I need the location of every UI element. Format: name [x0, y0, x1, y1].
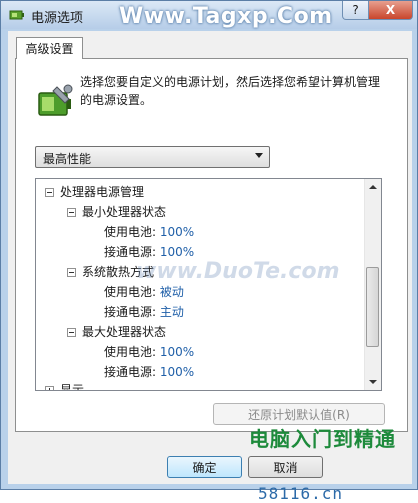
window-title: 电源选项	[31, 11, 84, 26]
power-options-icon	[9, 10, 24, 20]
tree-node-min-processor[interactable]: 最小处理器状态	[67, 203, 166, 219]
watermark-tagxp: Www.Tagxp.Com	[119, 4, 333, 29]
tree-node-max-processor[interactable]: 最大处理器状态	[67, 323, 166, 339]
setting-label: 使用电池:	[104, 345, 157, 359]
setting-value-link[interactable]: 主动	[160, 305, 184, 319]
watermark-duote: www.DuoTe.com	[136, 259, 340, 284]
tree-leaf-setting: 接通电源: 100%	[104, 243, 194, 259]
help-icon: ?	[352, 3, 359, 17]
arrow-up-icon	[369, 185, 377, 189]
title-bar[interactable]: 电源选项 Www.Tagxp.Com ? X	[1, 1, 417, 29]
watermark-brand: 电脑入门到精通	[249, 427, 396, 451]
tree-node-label: 最大处理器状态	[82, 325, 167, 339]
setting-label: 接通电源:	[104, 305, 157, 319]
setting-label: 接通电源:	[104, 245, 157, 259]
expand-icon[interactable]	[45, 386, 54, 390]
scroll-up-button[interactable]	[365, 179, 381, 195]
tree-leaf-setting: 接通电源: 主动	[104, 303, 184, 319]
tab-advanced-settings[interactable]: 高级设置	[16, 37, 83, 59]
tree-node-label: 最小处理器状态	[82, 205, 167, 219]
close-icon: X	[385, 3, 396, 17]
scroll-thumb[interactable]	[366, 267, 379, 347]
help-button[interactable]: ?	[342, 1, 369, 20]
power-plan-value: 最高性能	[43, 152, 92, 166]
setting-value-link[interactable]: 100%	[160, 245, 194, 259]
setting-value-link[interactable]: 100%	[160, 345, 194, 359]
arrow-down-icon	[369, 380, 377, 384]
power-plan-select[interactable]: 最高性能	[35, 146, 270, 168]
watermark-site: 58116.cn	[258, 484, 344, 503]
tree-node-processor-power[interactable]: 处理器电源管理	[45, 183, 144, 199]
close-button[interactable]: X	[368, 1, 413, 20]
tree-node-label: 显示	[60, 383, 85, 391]
setting-value-link[interactable]: 100%	[160, 365, 194, 379]
setting-label: 使用电池:	[104, 285, 157, 299]
cancel-button[interactable]: 取消	[248, 456, 323, 478]
tree-leaf-setting: 使用电池: 100%	[104, 343, 194, 359]
scroll-down-button[interactable]	[365, 374, 381, 390]
tree-node-display[interactable]: 显示	[45, 381, 85, 391]
dialog-body: 高级设置 选择您要自定义的电源计划，然后选择您希望计算机管理的电源设置。 最高性…	[8, 31, 412, 503]
description-text: 选择您要自定义的电源计划，然后选择您希望计算机管理的电源设置。	[80, 75, 381, 107]
collapse-icon[interactable]	[67, 328, 76, 337]
setting-value-link[interactable]: 被动	[160, 285, 184, 299]
battery-settings-icon	[38, 84, 73, 116]
power-options-window: 电源选项 Www.Tagxp.Com ? X 高级设置 选择您要自定义的电源计划…	[0, 0, 418, 503]
settings-tree[interactable]: 处理器电源管理 最小处理器状态 使用电池: 100% 接通电源: 100% 系统…	[35, 178, 382, 391]
tree-node-label: 处理器电源管理	[60, 185, 145, 199]
setting-value-link[interactable]: 100%	[160, 225, 194, 239]
tree-leaf-setting: 使用电池: 被动	[104, 283, 184, 299]
collapse-icon[interactable]	[67, 268, 76, 277]
collapse-icon[interactable]	[45, 188, 54, 197]
tree-leaf-setting: 接通电源: 100%	[104, 363, 194, 379]
tree-leaf-setting: 使用电池: 100%	[104, 223, 194, 239]
chevron-down-icon	[255, 153, 263, 158]
tree-scrollbar[interactable]	[364, 179, 381, 390]
collapse-icon[interactable]	[67, 208, 76, 217]
setting-label: 使用电池:	[104, 225, 157, 239]
setting-label: 接通电源:	[104, 365, 157, 379]
restore-defaults-button[interactable]: 还原计划默认值(R)	[213, 403, 385, 425]
ok-button[interactable]: 确定	[167, 456, 242, 478]
